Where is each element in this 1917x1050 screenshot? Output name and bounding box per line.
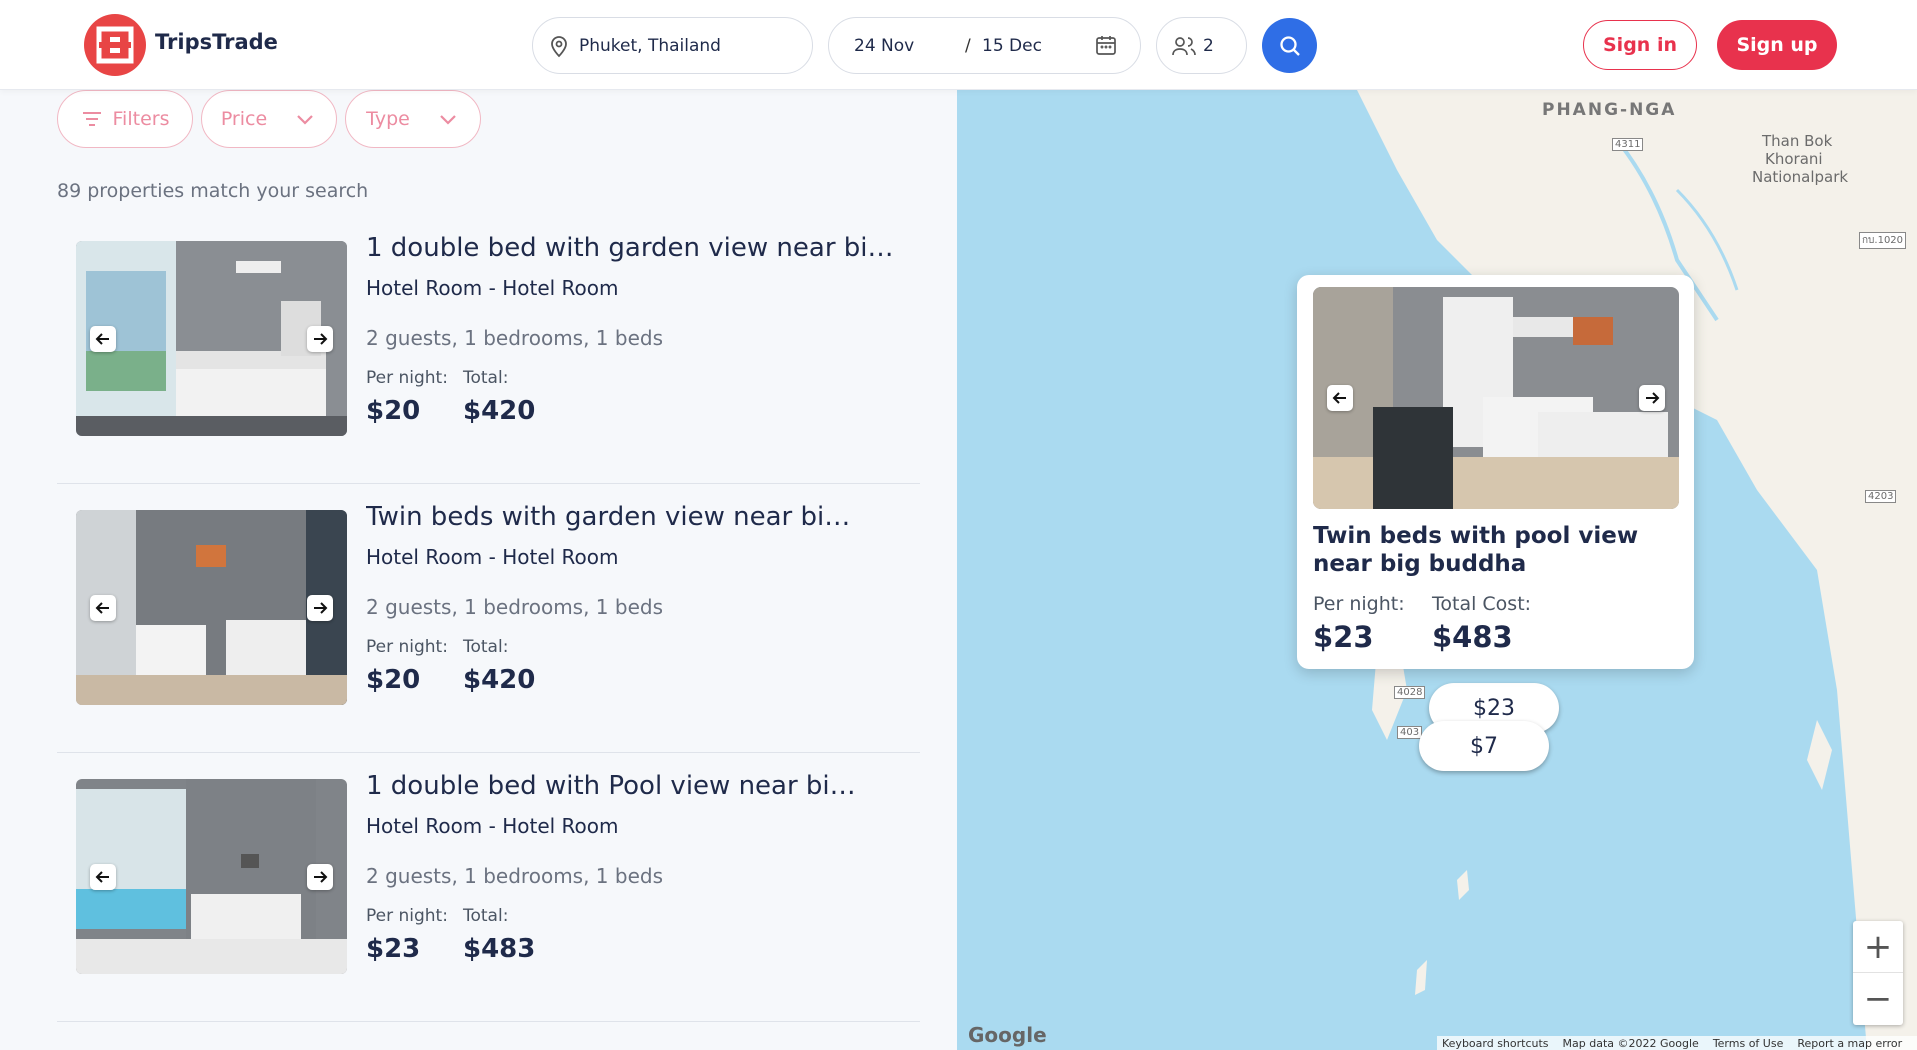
filter-icon <box>82 112 101 126</box>
listing-card[interactable]: Twin beds with garden view near big budd… <box>57 485 920 753</box>
check-in-date[interactable]: 24 Nov <box>854 36 914 56</box>
previous-photo-button[interactable] <box>90 595 116 621</box>
check-out-date[interactable]: 15 Dec <box>982 36 1042 56</box>
map-data-credit: Map data ©2022 Google <box>1562 1036 1699 1050</box>
chevron-down-icon <box>440 115 456 125</box>
arrow-left-icon <box>95 333 109 345</box>
listing-type: Hotel Room - Hotel Room <box>366 545 619 569</box>
pin-icon <box>551 35 567 57</box>
map-listing-popup[interactable]: Twin beds with pool view near big buddha… <box>1297 275 1694 669</box>
map-zoom-controls: + − <box>1853 921 1903 1025</box>
popup-per-night-label: Per night: <box>1313 593 1405 615</box>
map-road-shield: 4028 <box>1394 686 1426 699</box>
listing-photo[interactable] <box>76 779 347 974</box>
type-dropdown[interactable]: Type <box>345 90 481 148</box>
location-field[interactable]: Phuket, Thailand <box>532 17 813 74</box>
guests-field[interactable]: 2 <box>1156 17 1247 74</box>
previous-photo-button[interactable] <box>1327 385 1353 411</box>
map-region-label: PHANG-NGA <box>1542 100 1677 120</box>
map-road-shield: 4203 <box>1865 490 1897 503</box>
listing-type: Hotel Room - Hotel Room <box>366 276 619 300</box>
per-night-label: Per night: <box>366 637 448 657</box>
arrow-right-icon <box>314 602 328 614</box>
listing-title[interactable]: 1 double bed with garden view near big b… <box>366 233 906 263</box>
listing-photo[interactable] <box>76 510 347 705</box>
arrow-left-icon <box>1332 392 1346 404</box>
popup-total-label: Total Cost: <box>1432 593 1532 615</box>
filters-label: Filters <box>112 108 170 130</box>
map-price-marker[interactable]: $7 <box>1419 721 1549 771</box>
total-price: $420 <box>463 396 536 426</box>
listing-type: Hotel Room - Hotel Room <box>366 814 619 838</box>
next-photo-button[interactable] <box>307 326 333 352</box>
arrow-right-icon <box>1646 392 1660 404</box>
map-park-label: Nationalpark <box>1752 168 1849 186</box>
arrow-right-icon <box>314 871 328 883</box>
per-night-label: Per night: <box>366 368 448 388</box>
brand-name[interactable]: TripsTrade <box>155 30 278 54</box>
terms-link[interactable]: Terms of Use <box>1713 1037 1784 1050</box>
tripstrade-logo[interactable] <box>84 14 146 76</box>
arrow-left-icon <box>95 602 109 614</box>
per-night-price: $20 <box>366 396 421 426</box>
next-photo-button[interactable] <box>307 864 333 890</box>
listing-title[interactable]: Twin beds with garden view near big budd… <box>366 502 866 532</box>
keyboard-shortcuts-link[interactable]: Keyboard shortcuts <box>1442 1037 1549 1050</box>
total-price: $483 <box>463 934 536 964</box>
per-night-price: $20 <box>366 665 421 695</box>
date-separator: / <box>965 35 971 56</box>
arrow-right-icon <box>314 333 328 345</box>
map-park-label: Khorani <box>1765 150 1823 168</box>
popup-per-night-price: $23 <box>1313 620 1374 654</box>
calendar-icon[interactable] <box>1094 33 1118 57</box>
price-label: Price <box>220 108 268 130</box>
results-count: 89 properties match your search <box>57 180 369 202</box>
search-icon <box>1279 35 1300 56</box>
guests-count: 2 <box>1203 35 1214 56</box>
listing-card[interactable]: 1 double bed with garden view near big b… <box>57 216 920 484</box>
previous-photo-button[interactable] <box>90 326 116 352</box>
per-night-price: $23 <box>366 934 421 964</box>
popup-title[interactable]: Twin beds with pool view near big buddha <box>1313 522 1683 578</box>
per-night-label: Per night: <box>366 906 448 926</box>
listing-title[interactable]: 1 double bed with Pool view near big bud… <box>366 771 871 801</box>
chevron-down-icon <box>297 115 313 125</box>
listing-capacity: 2 guests, 1 bedrooms, 1 beds <box>366 864 664 888</box>
arrow-left-icon <box>95 871 109 883</box>
next-photo-button[interactable] <box>307 595 333 621</box>
total-price: $420 <box>463 665 536 695</box>
report-map-error-link[interactable]: Report a map error <box>1797 1037 1902 1050</box>
total-label: Total: <box>463 368 509 388</box>
listing-photo[interactable] <box>76 241 347 436</box>
listing-card[interactable]: 1 double bed with Pool view near big bud… <box>57 754 920 1022</box>
location-value: Phuket, Thailand <box>579 35 721 56</box>
date-range-field[interactable]: 24 Nov / 15 Dec <box>828 17 1141 74</box>
map-road-shield: กบ.1020 <box>1859 232 1907 249</box>
total-label: Total: <box>463 906 509 926</box>
price-dropdown[interactable]: Price <box>201 90 337 148</box>
popup-total-price: $483 <box>1432 620 1513 654</box>
next-photo-button[interactable] <box>1639 385 1665 411</box>
listing-capacity: 2 guests, 1 bedrooms, 1 beds <box>366 326 664 350</box>
previous-photo-button[interactable] <box>90 864 116 890</box>
zoom-out-button[interactable]: − <box>1853 973 1903 1025</box>
map-attribution: Keyboard shortcuts Map data ©2022 Google… <box>1437 1036 1917 1050</box>
type-label: Type <box>366 108 410 130</box>
google-logo: Google <box>968 1023 1047 1047</box>
total-label: Total: <box>463 637 509 657</box>
search-button[interactable] <box>1262 18 1317 73</box>
filters-button[interactable]: Filters <box>57 90 193 148</box>
popup-listing-photo[interactable] <box>1313 287 1679 509</box>
map-road-shield: 4311 <box>1612 138 1644 151</box>
map-road-shield: 403 <box>1397 726 1423 739</box>
users-icon <box>1172 36 1196 55</box>
map-park-label: Than Bok <box>1762 132 1833 150</box>
sign-up-button[interactable]: Sign up <box>1717 20 1837 70</box>
listing-capacity: 2 guests, 1 bedrooms, 1 beds <box>366 595 664 619</box>
top-header: TripsTrade Phuket, Thailand 24 Nov / 15 … <box>0 0 1917 90</box>
zoom-in-button[interactable]: + <box>1853 921 1903 973</box>
sign-in-button[interactable]: Sign in <box>1583 20 1697 70</box>
